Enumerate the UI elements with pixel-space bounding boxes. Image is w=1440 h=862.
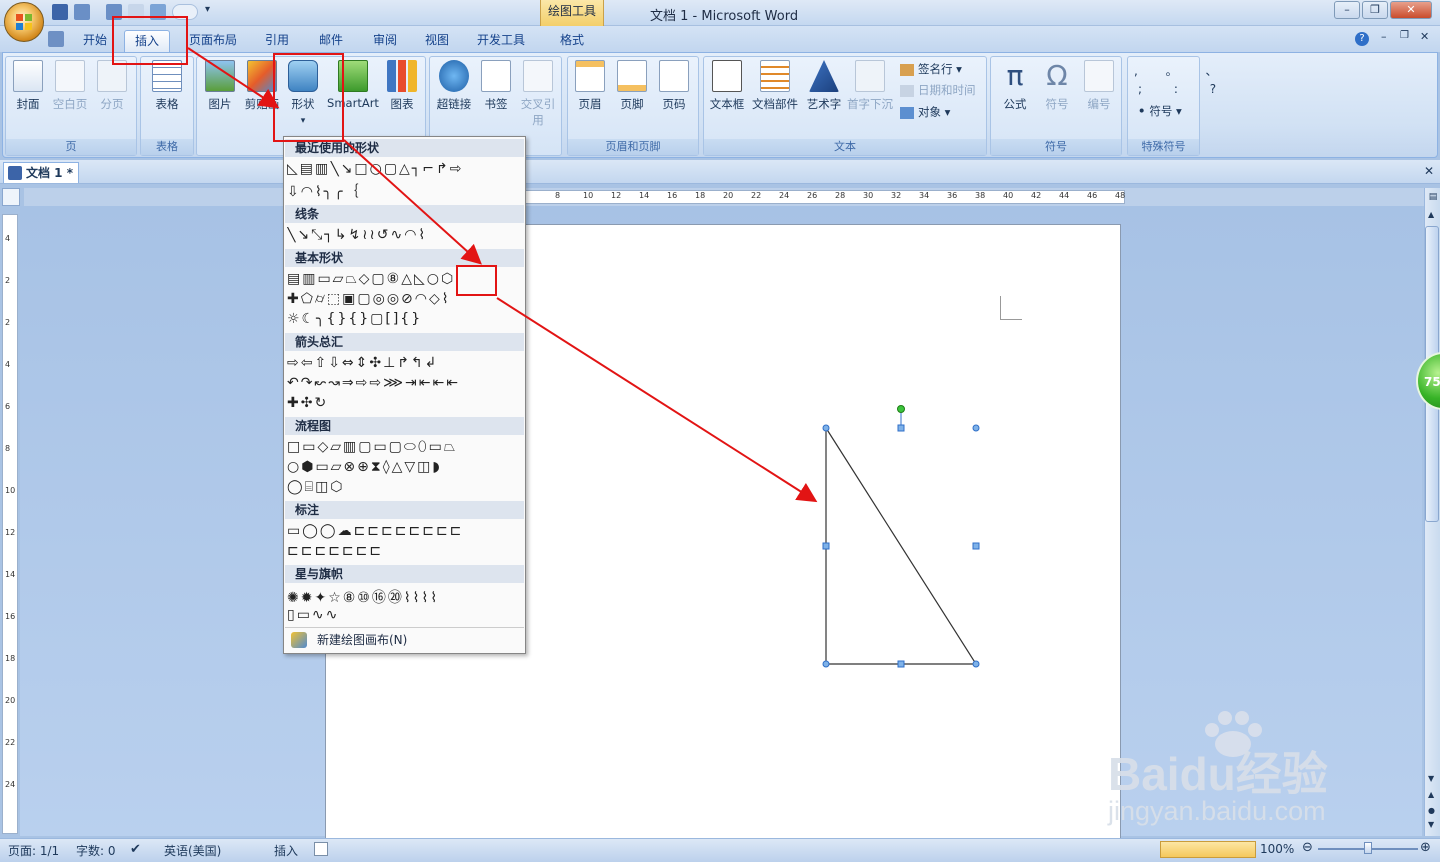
watermark-url: jingyan.baidu.com: [1108, 796, 1326, 826]
office-logo-icon: [16, 14, 32, 30]
arrow-tab-to-shapes: [187, 47, 280, 109]
arrow-triangle-to-canvas: [496, 297, 818, 503]
baidu-watermark: Baidu经验 jingyan.baidu.com: [1108, 710, 1408, 830]
arrow-shapes-to-triangle: [343, 139, 482, 265]
office-button[interactable]: [4, 2, 44, 42]
watermark-brand: Baidu经验: [1108, 748, 1328, 800]
